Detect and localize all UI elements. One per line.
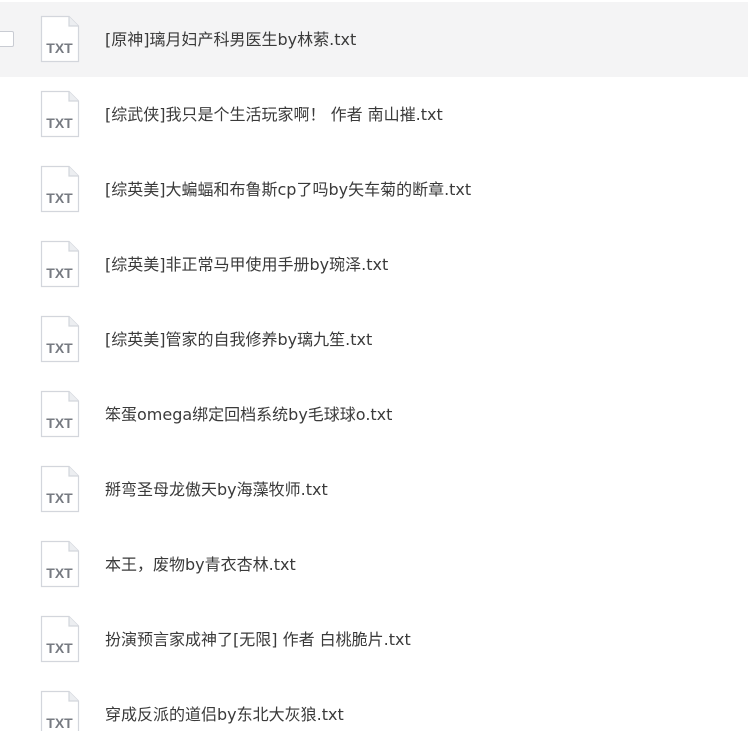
txt-file-icon: TXT bbox=[40, 690, 80, 731]
file-row[interactable]: TXT [综英美]大蝙蝠和布鲁斯cp了吗by矢车菊的断章.txt bbox=[0, 152, 748, 227]
file-name[interactable]: [综英美]非正常马甲使用手册by琬泽.txt bbox=[105, 227, 388, 302]
svg-text:TXT: TXT bbox=[46, 115, 73, 131]
file-name[interactable]: [综武侠]我只是个生活玩家啊！ 作者 南山摧.txt bbox=[105, 77, 443, 152]
file-name[interactable]: 掰弯圣母龙傲天by海藻牧师.txt bbox=[105, 452, 328, 527]
txt-file-icon: TXT bbox=[40, 615, 80, 663]
txt-file-icon: TXT bbox=[40, 540, 80, 588]
txt-file-icon: TXT bbox=[40, 165, 80, 213]
file-row[interactable]: TXT [原神]璃月妇产科男医生by林萦.txt bbox=[0, 2, 748, 77]
file-row[interactable]: TXT [综英美]管家的自我修养by璃九笙.txt bbox=[0, 302, 748, 377]
file-row[interactable]: TXT [综武侠]我只是个生活玩家啊！ 作者 南山摧.txt bbox=[0, 77, 748, 152]
file-name[interactable]: 穿成反派的道侣by东北大灰狼.txt bbox=[105, 677, 344, 731]
svg-text:TXT: TXT bbox=[46, 265, 73, 281]
file-row[interactable]: TXT 穿成反派的道侣by东北大灰狼.txt bbox=[0, 677, 748, 731]
row-checkbox[interactable] bbox=[0, 31, 14, 47]
file-list: TXT [原神]璃月妇产科男医生by林萦.txt TXT [综武侠]我只是个生活… bbox=[0, 0, 748, 731]
svg-text:TXT: TXT bbox=[46, 490, 73, 506]
svg-text:TXT: TXT bbox=[46, 715, 73, 731]
svg-text:TXT: TXT bbox=[46, 40, 73, 56]
svg-text:TXT: TXT bbox=[46, 340, 73, 356]
txt-file-icon: TXT bbox=[40, 465, 80, 513]
file-row[interactable]: TXT 笨蛋omega绑定回档系统by毛球球o.txt bbox=[0, 377, 748, 452]
txt-file-icon: TXT bbox=[40, 315, 80, 363]
file-row[interactable]: TXT 掰弯圣母龙傲天by海藻牧师.txt bbox=[0, 452, 748, 527]
file-row[interactable]: TXT [综英美]非正常马甲使用手册by琬泽.txt bbox=[0, 227, 748, 302]
txt-file-icon: TXT bbox=[40, 90, 80, 138]
file-name[interactable]: [综英美]大蝙蝠和布鲁斯cp了吗by矢车菊的断章.txt bbox=[105, 152, 471, 227]
txt-file-icon: TXT bbox=[40, 15, 80, 63]
svg-text:TXT: TXT bbox=[46, 190, 73, 206]
file-row[interactable]: TXT 本王，废物by青衣杏林.txt bbox=[0, 527, 748, 602]
file-row[interactable]: TXT 扮演预言家成神了[无限] 作者 白桃脆片.txt bbox=[0, 602, 748, 677]
file-name[interactable]: 扮演预言家成神了[无限] 作者 白桃脆片.txt bbox=[105, 602, 411, 677]
svg-text:TXT: TXT bbox=[46, 415, 73, 431]
txt-file-icon: TXT bbox=[40, 240, 80, 288]
svg-text:TXT: TXT bbox=[46, 640, 73, 656]
file-name[interactable]: [原神]璃月妇产科男医生by林萦.txt bbox=[105, 2, 356, 77]
file-name[interactable]: 笨蛋omega绑定回档系统by毛球球o.txt bbox=[105, 377, 392, 452]
txt-file-icon: TXT bbox=[40, 390, 80, 438]
file-name[interactable]: [综英美]管家的自我修养by璃九笙.txt bbox=[105, 302, 372, 377]
file-name[interactable]: 本王，废物by青衣杏林.txt bbox=[105, 527, 296, 602]
svg-text:TXT: TXT bbox=[46, 565, 73, 581]
